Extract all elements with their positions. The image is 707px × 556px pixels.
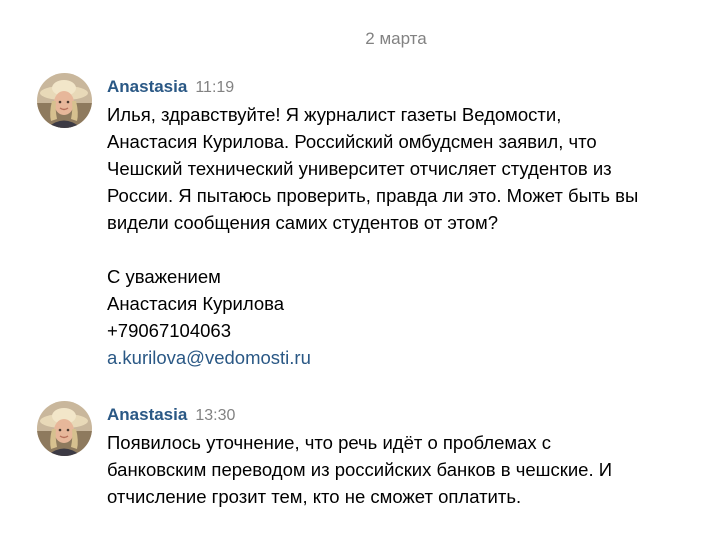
message-header: Anastasia 11:19 xyxy=(107,73,697,101)
signature-line: Анастасия Курилова xyxy=(107,293,285,314)
message-line: Илья, здравствуйте! Я журналист газеты В… xyxy=(107,104,562,125)
date-divider: 2 марта xyxy=(365,29,427,48)
avatar[interactable] xyxy=(37,73,92,128)
message-line: отчисление грозит тем, кто не сможет опл… xyxy=(107,486,522,507)
message-line: банковским переводом из российских банко… xyxy=(107,459,613,480)
message-text: Появилось уточнение, что речь идёт о про… xyxy=(107,429,697,510)
avatar-photo-icon xyxy=(37,73,92,128)
message-text: Илья, здравствуйте! Я журналист газеты В… xyxy=(107,101,697,371)
phone-number: +79067104063 xyxy=(107,320,231,341)
message-header: Anastasia 13:30 xyxy=(107,401,697,429)
email-link[interactable]: a.kurilova@vedomosti.ru xyxy=(107,347,311,368)
message-line: Анастасия Курилова. Российский омбудсмен… xyxy=(107,131,597,152)
message-line: Появилось уточнение, что речь идёт о про… xyxy=(107,432,552,453)
message-line: видели сообщения самих студентов от этом… xyxy=(107,212,499,233)
avatar[interactable] xyxy=(37,401,92,456)
message-body: Anastasia 13:30 Появилось уточнение, что … xyxy=(107,401,697,510)
signature-line: С уважением xyxy=(107,266,221,287)
author-name[interactable]: Anastasia xyxy=(107,405,187,424)
message-line: России. Я пытаюсь проверить, правда ли э… xyxy=(107,185,639,206)
author-name[interactable]: Anastasia xyxy=(107,77,187,96)
message-time[interactable]: 11:19 xyxy=(195,79,234,96)
message-line: Чешский технический университет отчисляе… xyxy=(107,158,612,179)
avatar-photo-icon xyxy=(37,401,92,456)
message-body: Anastasia 11:19 Илья, здравствуйте! Я жур… xyxy=(107,73,697,371)
message-time[interactable]: 13:30 xyxy=(195,407,235,424)
